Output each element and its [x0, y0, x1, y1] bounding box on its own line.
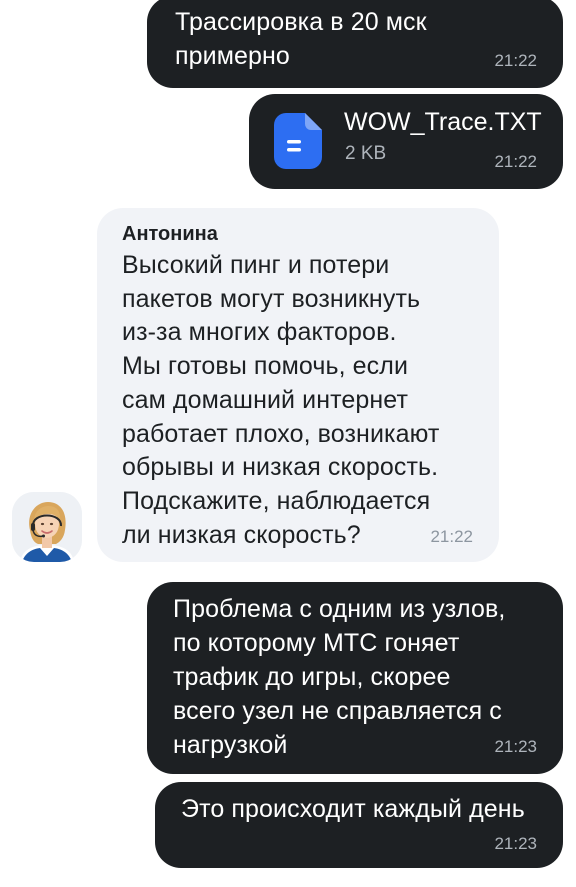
message-text: Трассировка в 20 мск примерно: [175, 8, 427, 70]
operator-avatar-image: [12, 492, 82, 562]
sender-name: Антонина: [122, 223, 218, 245]
outgoing-message[interactable]: Это происходит каждый день 21:23: [155, 782, 563, 868]
message-time: 21:23: [494, 834, 537, 853]
document-icon[interactable]: [274, 113, 322, 169]
incoming-message[interactable]: Антонина Высокий пинг и потери пакетов м…: [97, 208, 499, 562]
file-name[interactable]: WOW_Trace.TXT: [344, 105, 542, 139]
outgoing-message[interactable]: Трассировка в 20 мск примерно 21:22: [147, 0, 563, 88]
file-size: 2 KB: [345, 143, 387, 164]
outgoing-message[interactable]: Проблема с одним из узлов, по которому М…: [147, 582, 563, 774]
message-text: Проблема с одним из узлов, по которому М…: [173, 595, 506, 759]
message-text: Это происходит каждый день: [181, 795, 525, 823]
chat-thread: Трассировка в 20 мск примерно 21:22 WOW_…: [0, 0, 576, 887]
message-time: 21:22: [430, 527, 473, 546]
outgoing-file-message[interactable]: WOW_Trace.TXT 2 KB 21:22: [249, 94, 563, 189]
operator-avatar[interactable]: [12, 492, 82, 562]
message-time: 21:22: [494, 152, 537, 171]
message-time: 21:22: [494, 51, 537, 70]
message-text: Высокий пинг и потери пакетов могут возн…: [122, 251, 440, 549]
message-time: 21:23: [494, 737, 537, 756]
